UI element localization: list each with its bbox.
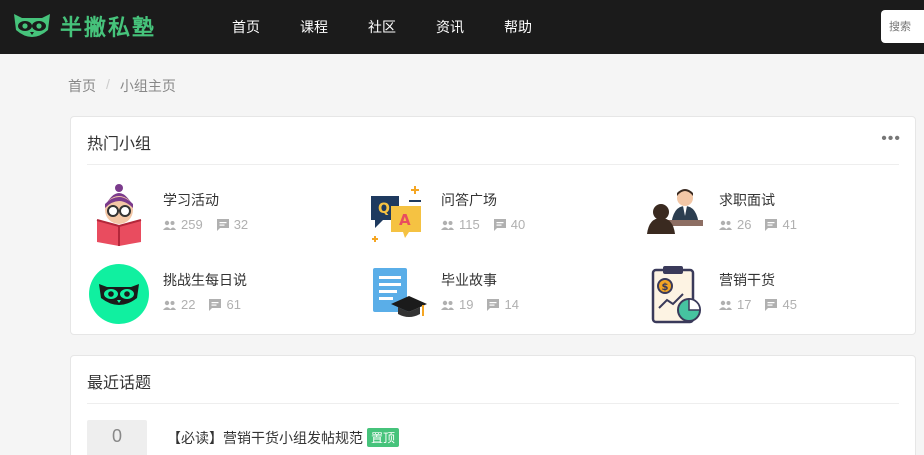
group-name: 挑战生每日说 (163, 272, 247, 288)
nav-help[interactable]: 帮助 (484, 0, 552, 54)
post-count: 45 (782, 297, 797, 312)
breadcrumb-separator: / (106, 76, 110, 92)
nav-community[interactable]: 社区 (348, 0, 416, 54)
group-name: 毕业故事 (441, 272, 497, 288)
svg-text:Q: Q (378, 201, 390, 217)
post-count: 32 (233, 217, 249, 232)
student-reading-icon (96, 184, 142, 246)
group-name: 营销干货 (719, 272, 775, 288)
group-stats: 19 14 (441, 297, 533, 312)
member-count: 17 (737, 297, 752, 312)
panel-header: 热门小组 ••• (87, 117, 901, 165)
nav-news[interactable]: 资讯 (416, 0, 484, 54)
member-count: 26 (737, 217, 752, 232)
recent-topics-panel: 最近话题 0 【必读】营销干货小组发帖规范 置顶 (70, 355, 916, 455)
topic-row: 0 【必读】营销干货小组发帖规范 置顶 (87, 420, 887, 455)
comment-icon (765, 218, 778, 231)
svg-text:A: A (399, 211, 411, 229)
top-navbar: 半撇私塾 首页 课程 社区 资讯 帮助 (0, 0, 924, 54)
brand-name: 半撇私塾 (60, 16, 157, 41)
panel-title: 热门小组 (87, 136, 152, 153)
search-input[interactable] (881, 10, 924, 43)
graduation-doc-icon (373, 268, 427, 317)
group-stats: 115 40 (441, 217, 539, 232)
group-item-qa[interactable]: Q A 问答广场 115 40 (365, 182, 635, 246)
owl-logo-icon (14, 14, 50, 37)
group-item-challenge[interactable]: 挑战生每日说 22 61 (87, 262, 357, 326)
svg-text:$: $ (662, 282, 669, 293)
comment-icon (487, 298, 500, 311)
interview-icon (647, 189, 703, 234)
nav-courses[interactable]: 课程 (280, 0, 348, 54)
group-name: 问答广场 (441, 192, 497, 208)
comment-icon (216, 218, 229, 231)
hot-groups-panel: 热门小组 ••• 学习活动 259 32 Q A 问答广场 115 40 求职面… (70, 116, 916, 335)
panel-title: 最近话题 (87, 375, 152, 392)
marketing-clipboard-icon: $ (651, 266, 701, 324)
member-count: 22 (181, 297, 196, 312)
group-stats: 26 41 (719, 217, 811, 232)
comment-icon (493, 218, 506, 231)
members-icon (441, 220, 454, 230)
members-icon (719, 300, 732, 310)
pinned-badge: 置顶 (367, 428, 400, 447)
group-item-interview[interactable]: 求职面试 26 41 (643, 182, 913, 246)
group-name: 学习活动 (163, 192, 219, 208)
more-icon[interactable]: ••• (881, 131, 901, 147)
vote-count: 0 (87, 420, 147, 455)
post-count: 61 (226, 297, 241, 312)
owl-logo-icon (89, 264, 149, 324)
group-name: 求职面试 (719, 192, 775, 208)
member-count: 115 (459, 217, 480, 232)
members-icon (719, 220, 732, 230)
breadcrumb-current: 小组主页 (119, 78, 176, 94)
nav-home[interactable]: 首页 (212, 0, 280, 54)
topic-title-link[interactable]: 【必读】营销干货小组发帖规范 置顶 (167, 428, 400, 448)
group-item-marketing[interactable]: $ 营销干货 17 45 (643, 262, 913, 326)
panel-header: 最近话题 (87, 356, 899, 404)
comment-icon (209, 298, 222, 311)
breadcrumb: 首页 / 小组主页 (68, 76, 176, 96)
group-stats: 17 45 (719, 297, 811, 312)
members-icon (163, 300, 176, 310)
post-count: 40 (510, 217, 526, 232)
comment-icon (765, 298, 778, 311)
member-count: 259 (181, 217, 203, 232)
group-item-graduation[interactable]: 毕业故事 19 14 (365, 262, 635, 326)
group-stats: 259 32 (163, 217, 262, 232)
qa-bubbles-icon: Q A (371, 186, 421, 242)
breadcrumb-home[interactable]: 首页 (68, 76, 96, 96)
member-count: 19 (459, 297, 474, 312)
topic-title: 【必读】营销干货小组发帖规范 (167, 430, 363, 446)
members-icon (441, 300, 454, 310)
group-stats: 22 61 (163, 297, 255, 312)
post-count: 41 (782, 217, 797, 232)
brand-logo[interactable]: 半撇私塾 (12, 10, 156, 42)
members-icon (163, 220, 176, 230)
post-count: 14 (504, 297, 519, 312)
main-nav: 首页 课程 社区 资讯 帮助 (212, 0, 552, 54)
group-item-study[interactable]: 学习活动 259 32 (87, 182, 357, 246)
